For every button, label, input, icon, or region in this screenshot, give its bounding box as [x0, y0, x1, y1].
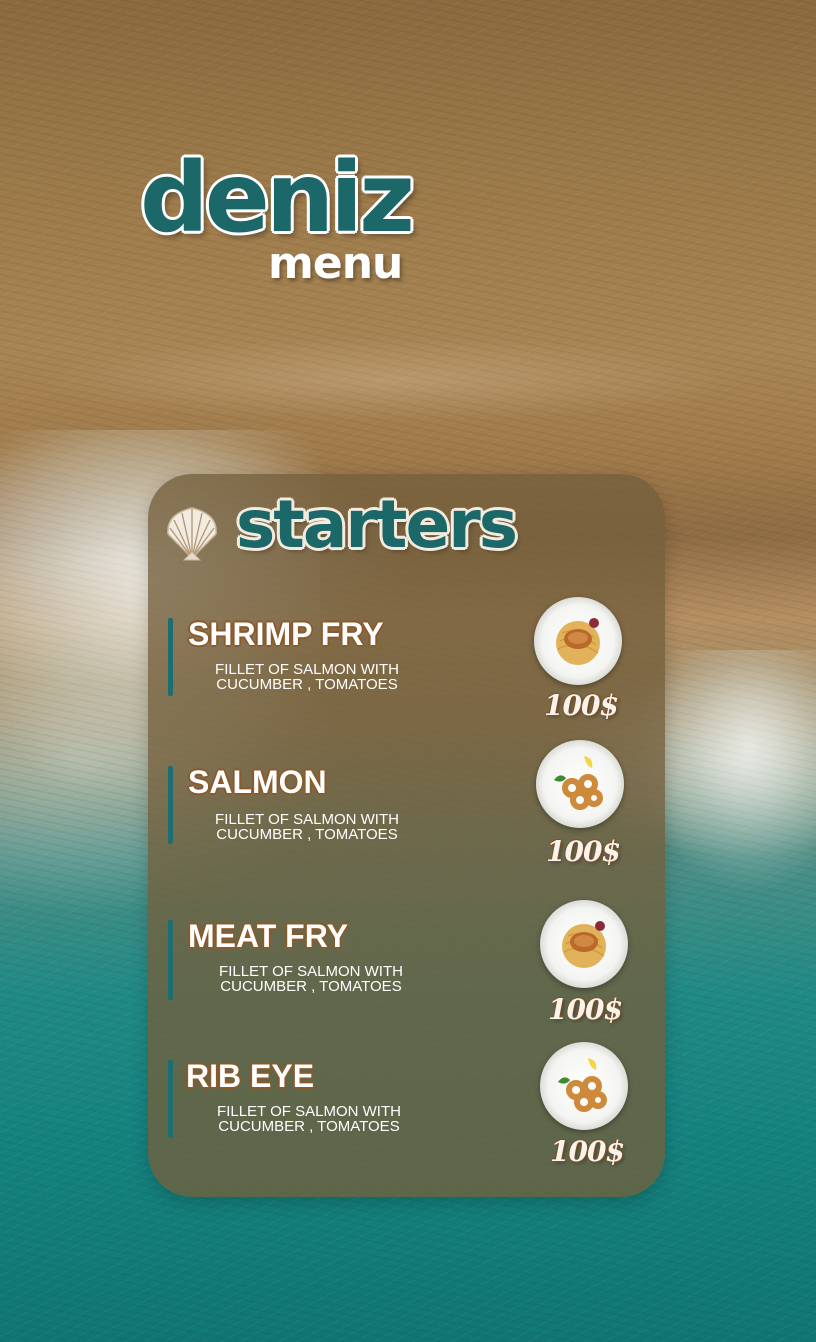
food-icon: [558, 1058, 607, 1112]
item-description: FILLET OF SALMON WITH CUCUMBER , TOMATOE…: [215, 811, 399, 843]
brand-logo: deniz menu: [140, 150, 420, 300]
item-price: 100$: [548, 993, 623, 1026]
item-name: SHRIMP FRY: [188, 616, 384, 652]
item-description: FILLET OF SALMON WITH CUCUMBER , TOMATOE…: [219, 963, 403, 995]
seashell-icon: [167, 507, 217, 561]
food-icon: [562, 921, 606, 968]
item-image-grilled-fish: [534, 597, 622, 685]
brand-name: deniz: [140, 142, 415, 254]
item-accent-bar: [168, 766, 173, 844]
item-price: 100$: [550, 1135, 625, 1168]
item-accent-bar: [168, 920, 173, 1000]
food-icon: [554, 756, 603, 810]
item-name: RIB EYE: [186, 1058, 315, 1094]
item-image-fried-calamari: [540, 1042, 628, 1130]
wave-foam-right: [640, 650, 816, 890]
brand-subtitle: menu: [268, 238, 403, 289]
item-description: FILLET OF SALMON WITH CUCUMBER , TOMATOE…: [215, 661, 399, 693]
item-price: 100$: [544, 689, 619, 722]
section-title-starters: starters: [236, 486, 518, 563]
item-image-grilled-fish: [540, 900, 628, 988]
item-name: SALMON: [188, 764, 327, 800]
item-accent-bar: [168, 1060, 173, 1138]
item-image-fried-calamari: [536, 740, 624, 828]
item-description: FILLET OF SALMON WITH CUCUMBER , TOMATOE…: [217, 1103, 401, 1135]
food-icon: [556, 618, 600, 665]
item-name: MEAT FRY: [188, 918, 348, 954]
item-accent-bar: [168, 618, 173, 696]
menu-page: deniz menu starters SHRIMP FRY FILLET OF…: [0, 0, 816, 1342]
item-price: 100$: [546, 835, 621, 868]
